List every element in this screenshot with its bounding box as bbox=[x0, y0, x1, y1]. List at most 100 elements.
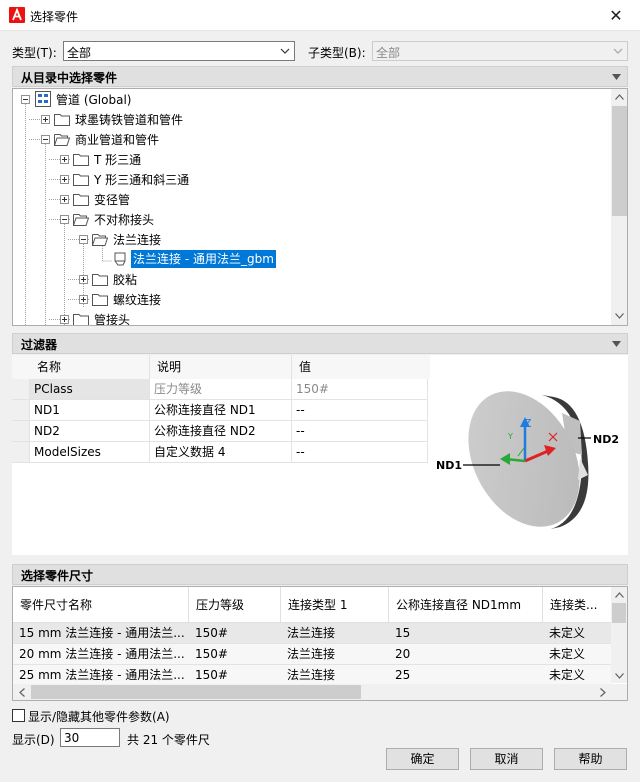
expand-toggle-icon[interactable] bbox=[60, 155, 69, 164]
scrollbar-thumb[interactable] bbox=[612, 106, 627, 216]
tree-node-commercial[interactable]: 商业管道和管件 bbox=[13, 129, 611, 149]
scroll-up-icon[interactable] bbox=[615, 592, 624, 598]
tree-node-label: 管接头 bbox=[94, 313, 131, 326]
filter-grid[interactable]: 名称 说明 值 PClass 压力等级 150# ND1 公称连接直径 ND1 … bbox=[12, 355, 430, 555]
expand-toggle-icon[interactable] bbox=[60, 315, 69, 324]
catalog-section-header[interactable]: 从目录中选择零件 bbox=[12, 66, 628, 87]
folder-open-icon bbox=[54, 133, 70, 146]
collapse-toggle-icon[interactable] bbox=[41, 135, 50, 144]
filter-value[interactable]: 150# bbox=[292, 379, 428, 400]
tree-vertical-scrollbar[interactable] bbox=[611, 89, 627, 325]
collapse-toggle-icon[interactable] bbox=[21, 95, 30, 104]
tree-node-flanged-generic-gbm[interactable]: 法兰连接 - 通用法兰_gbm bbox=[13, 249, 611, 269]
size-row[interactable]: 15 mm 法兰连接 - 通用法兰... 150# 法兰连接 15 未定义 bbox=[13, 623, 611, 644]
scroll-up-icon[interactable] bbox=[615, 94, 624, 100]
tree-node-ductile-iron[interactable]: 球墨铸铁管道和管件 bbox=[13, 109, 611, 129]
column-header-name[interactable]: 名称 bbox=[30, 355, 150, 379]
sizes-horizontal-scrollbar[interactable] bbox=[13, 684, 627, 700]
row-gutter bbox=[12, 400, 30, 421]
scroll-left-icon[interactable] bbox=[19, 688, 25, 697]
subtype-combo[interactable]: 全部 bbox=[372, 41, 628, 61]
sizes-header-title: 选择零件尺寸 bbox=[21, 569, 94, 583]
tree-node-label: 商业管道和管件 bbox=[75, 133, 160, 147]
filter-section-header[interactable]: 过滤器 bbox=[12, 333, 628, 354]
column-header-desc[interactable]: 说明 bbox=[150, 355, 292, 379]
catalog-tree[interactable]: 管道 (Global) 球墨铸铁管道和管件 商业管道和管件 T 形三通 Y 形三… bbox=[12, 88, 628, 326]
subtype-combo-value: 全部 bbox=[376, 46, 401, 60]
column-header-size-name[interactable]: 零件尺寸名称 bbox=[13, 587, 189, 623]
size-name-cell: 20 mm 法兰连接 - 通用法兰... bbox=[13, 644, 189, 665]
connection-type-2-cell: 未定义 bbox=[543, 665, 611, 686]
filter-value[interactable]: -- bbox=[292, 442, 428, 463]
pressure-cell: 150# bbox=[189, 623, 281, 644]
column-header-value[interactable]: 值 bbox=[292, 355, 428, 379]
scroll-right-icon[interactable] bbox=[600, 688, 606, 697]
filter-name: PClass bbox=[30, 379, 150, 400]
tree-node-label: 管道 (Global) bbox=[56, 93, 132, 107]
nd2-label: ND2 bbox=[593, 433, 619, 446]
collapse-toggle-icon[interactable] bbox=[60, 215, 69, 224]
connection-type-cell: 法兰连接 bbox=[281, 623, 389, 644]
type-combo-value: 全部 bbox=[67, 46, 92, 60]
tree-node-pipes-global[interactable]: 管道 (Global) bbox=[13, 89, 611, 109]
tree-node-flanged[interactable]: 法兰连接 bbox=[13, 229, 611, 249]
folder-icon bbox=[73, 153, 89, 166]
scrollbar-thumb[interactable] bbox=[612, 603, 626, 623]
help-button[interactable]: 帮助 bbox=[554, 748, 627, 770]
filter-row-nd1[interactable]: ND1 公称连接直径 ND1 -- bbox=[12, 400, 430, 421]
part-icon bbox=[114, 252, 126, 266]
expand-toggle-icon[interactable] bbox=[60, 175, 69, 184]
connection-type-cell: 法兰连接 bbox=[281, 644, 389, 665]
chevron-down-icon bbox=[612, 45, 624, 57]
filter-row-nd2[interactable]: ND2 公称连接直径 ND2 -- bbox=[12, 421, 430, 442]
tree-node-label: 球墨铸铁管道和管件 bbox=[75, 113, 184, 127]
close-button[interactable]: ✕ bbox=[596, 2, 636, 29]
filter-value[interactable]: -- bbox=[292, 400, 428, 421]
subtype-label: 子类型(B): bbox=[308, 46, 366, 60]
flange-preview-image: Z Y ND2 ND1 bbox=[436, 391, 619, 530]
tree-node-label: T 形三通 bbox=[94, 153, 142, 167]
filter-desc: 公称连接直径 ND1 bbox=[150, 400, 292, 421]
column-header-pressure[interactable]: 压力等级 bbox=[189, 587, 281, 623]
expand-toggle-icon[interactable] bbox=[60, 195, 69, 204]
scroll-down-icon[interactable] bbox=[615, 673, 624, 679]
column-header-nd1[interactable]: 公称连接直径 ND1mm bbox=[389, 587, 543, 623]
scroll-down-icon[interactable] bbox=[615, 313, 624, 319]
expand-toggle-icon[interactable] bbox=[79, 275, 88, 284]
filter-row-modelsizes[interactable]: ModelSizes 自定义数据 4 -- bbox=[12, 442, 430, 463]
type-combo[interactable]: 全部 bbox=[63, 41, 295, 61]
tree-node-coupling[interactable]: 管接头 bbox=[13, 309, 611, 326]
tree-node-label: 法兰连接 - 通用法兰_gbm bbox=[130, 249, 277, 269]
filter-desc: 自定义数据 4 bbox=[150, 442, 292, 463]
expand-toggle-icon[interactable] bbox=[41, 115, 50, 124]
filter-name: ND1 bbox=[30, 400, 150, 421]
pressure-cell: 150# bbox=[189, 665, 281, 686]
scrollbar-thumb[interactable] bbox=[31, 685, 361, 699]
nd1-cell: 20 bbox=[389, 644, 543, 665]
cancel-button[interactable]: 取消 bbox=[470, 748, 543, 770]
size-name-cell: 15 mm 法兰连接 - 通用法兰... bbox=[13, 623, 189, 644]
tree-node-reducer[interactable]: 变径管 bbox=[13, 189, 611, 209]
tree-node-tee[interactable]: T 形三通 bbox=[13, 149, 611, 169]
folder-icon bbox=[92, 293, 108, 306]
show-hide-params-checkbox[interactable] bbox=[12, 709, 25, 722]
filter-value[interactable]: -- bbox=[292, 421, 428, 442]
sizes-vertical-scrollbar[interactable] bbox=[611, 587, 627, 683]
collapse-toggle-icon[interactable] bbox=[79, 235, 88, 244]
size-name-cell: 25 mm 法兰连接 - 通用法兰... bbox=[13, 665, 189, 686]
column-header-connection-type[interactable]: 连接类型 1 bbox=[281, 587, 389, 623]
sizes-grid[interactable]: 零件尺寸名称 压力等级 连接类型 1 公称连接直径 ND1mm 连接类... 1… bbox=[12, 586, 628, 701]
tree-node-wye[interactable]: Y 形三通和斜三通 bbox=[13, 169, 611, 189]
row-gutter bbox=[12, 442, 30, 463]
ok-button[interactable]: 确定 bbox=[386, 748, 459, 770]
size-row[interactable]: 20 mm 法兰连接 - 通用法兰... 150# 法兰连接 20 未定义 bbox=[13, 644, 611, 665]
splitter-grip[interactable] bbox=[308, 327, 332, 337]
filter-row-pclass[interactable]: PClass 压力等级 150# bbox=[12, 379, 430, 400]
tree-node-asymmetric[interactable]: 不对称接头 bbox=[13, 209, 611, 229]
column-header-connection-type-2[interactable]: 连接类... bbox=[543, 587, 611, 623]
display-count-input[interactable] bbox=[60, 728, 120, 747]
tree-node-threaded[interactable]: 螺纹连接 bbox=[13, 289, 611, 309]
size-row[interactable]: 25 mm 法兰连接 - 通用法兰... 150# 法兰连接 25 未定义 bbox=[13, 665, 611, 686]
expand-toggle-icon[interactable] bbox=[79, 295, 88, 304]
tree-node-glued[interactable]: 胶粘 bbox=[13, 269, 611, 289]
